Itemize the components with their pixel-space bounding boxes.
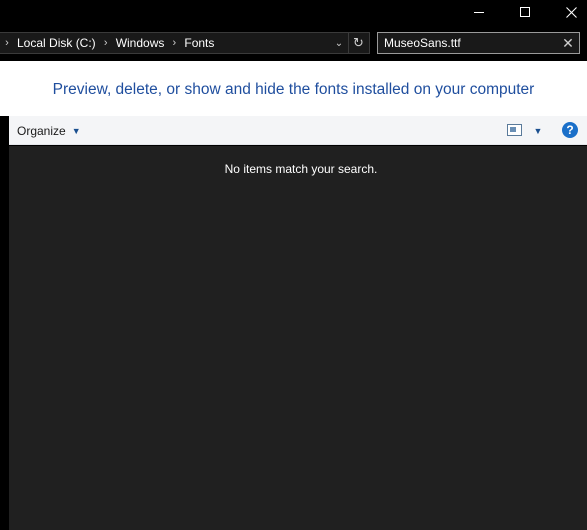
- minimize-button[interactable]: [456, 0, 502, 24]
- organize-dropdown-icon: ▼: [71, 125, 81, 136]
- breadcrumb-leading-chevron-icon[interactable]: ›: [0, 37, 14, 49]
- search-box[interactable]: ✕: [377, 32, 580, 54]
- address-row: › Local Disk (C:) › Windows › Fonts ⌄ ↻ …: [0, 28, 587, 61]
- page-title: Preview, delete, or show and hide the fo…: [52, 81, 535, 98]
- address-history-chevron-icon[interactable]: ⌄: [330, 33, 348, 53]
- breadcrumb-separator-icon[interactable]: ›: [167, 37, 181, 49]
- view-options-icon[interactable]: [507, 124, 522, 136]
- header-banner: Preview, delete, or show and hide the fo…: [0, 61, 587, 116]
- address-bar[interactable]: › Local Disk (C:) › Windows › Fonts ⌄ ↻: [0, 32, 370, 54]
- breadcrumb-fonts[interactable]: Fonts: [181, 36, 217, 50]
- breadcrumb: › Local Disk (C:) › Windows › Fonts: [0, 33, 217, 53]
- command-bar: Organize ▼ ▼ ?: [9, 116, 587, 145]
- search-input[interactable]: [384, 33, 554, 53]
- breadcrumb-local-disk[interactable]: Local Disk (C:): [14, 36, 99, 50]
- file-list-area[interactable]: No items match your search.: [9, 146, 587, 530]
- close-icon: [565, 6, 577, 18]
- refresh-icon[interactable]: ↻: [348, 33, 368, 53]
- maximize-icon: [520, 7, 530, 17]
- breadcrumb-windows[interactable]: Windows: [113, 36, 168, 50]
- empty-results-message: No items match your search.: [224, 162, 378, 176]
- maximize-button[interactable]: [502, 0, 548, 24]
- minimize-icon: [474, 11, 484, 13]
- title-bar: [0, 0, 587, 28]
- file-explorer-window: › Local Disk (C:) › Windows › Fonts ⌄ ↻ …: [0, 0, 587, 530]
- breadcrumb-separator-icon[interactable]: ›: [99, 37, 113, 49]
- clear-search-icon[interactable]: ✕: [559, 33, 577, 53]
- close-button[interactable]: [548, 0, 587, 24]
- organize-label: Organize: [17, 123, 66, 138]
- organize-button[interactable]: Organize ▼: [17, 116, 81, 145]
- help-icon[interactable]: ?: [562, 122, 578, 138]
- view-options-dropdown-icon[interactable]: ▼: [529, 116, 547, 145]
